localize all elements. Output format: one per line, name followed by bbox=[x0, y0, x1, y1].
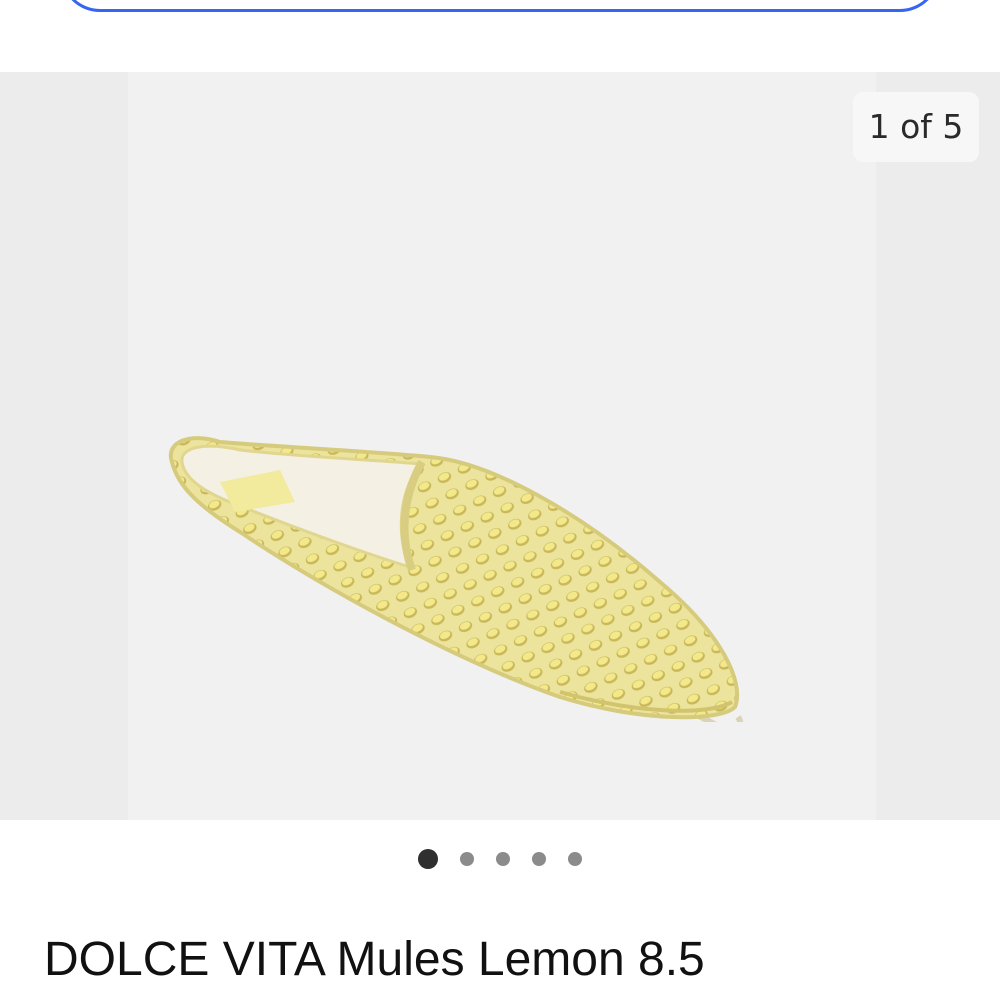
product-image[interactable] bbox=[160, 362, 760, 722]
carousel-dot-5[interactable] bbox=[568, 852, 582, 866]
carousel-dot-2[interactable] bbox=[460, 852, 474, 866]
carousel-dot-4[interactable] bbox=[532, 852, 546, 866]
product-title: DOLCE VITA Mules Lemon 8.5 bbox=[44, 933, 705, 986]
carousel-indicator[interactable] bbox=[0, 846, 1000, 872]
carousel-dot-1[interactable] bbox=[418, 849, 438, 869]
image-gallery[interactable]: 1 of 5 bbox=[0, 72, 1000, 820]
image-counter: 1 of 5 bbox=[853, 92, 979, 162]
product-page: 1 of 5 DOLCE VITA Mules Lemon 8.5 bbox=[0, 0, 1000, 1000]
carousel-dot-3[interactable] bbox=[496, 852, 510, 866]
search-bar[interactable] bbox=[60, 0, 940, 12]
